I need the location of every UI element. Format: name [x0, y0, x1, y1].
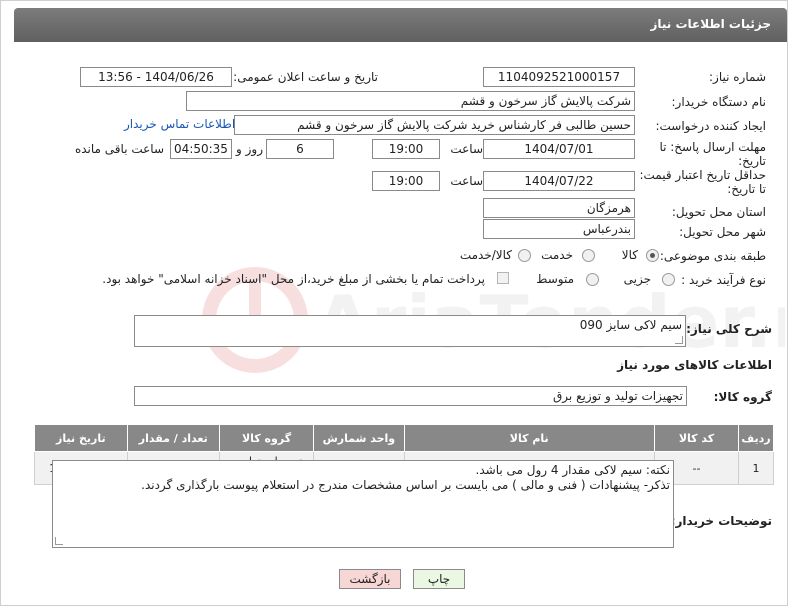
days-remaining-field: 6 — [266, 139, 334, 159]
col-quantity: تعداد / مقدار — [126, 424, 220, 452]
reply-deadline-label: مهلت ارسال پاسخ: تا — [659, 140, 766, 154]
cell-row-number: 1 — [738, 451, 774, 485]
need-number-label: شماره نیاز: — [709, 70, 766, 84]
col-row-number: ردیف — [738, 424, 774, 452]
announce-datetime-field: 1404/06/26 - 13:56 — [80, 67, 232, 87]
requester-label: ایجاد کننده درخواست: — [655, 119, 766, 133]
description-label: شرح کلی نیاز: — [686, 322, 772, 336]
reply-deadline-label-2: تاریخ: — [738, 154, 766, 168]
process-label: نوع فرآیند خرید : — [681, 273, 766, 287]
price-validity-label: حداقل تاریخ اعتبار قیمت: — [639, 168, 766, 182]
category-both-label: کالا/خدمت — [459, 248, 512, 262]
need-number-field: 1104092521000157 — [483, 67, 635, 87]
goods-group-label: گروه کالا: — [713, 390, 772, 404]
reply-date-field: 1404/07/01 — [483, 139, 635, 159]
buyer-notes-line-2: تذکر- پیشنهادات ( فنی و مالی ) می بایست … — [141, 478, 670, 492]
buyer-notes-label: توضیحات خریدار: — [670, 514, 772, 528]
page-title: جزئیات اطلاعات نیاز — [650, 17, 771, 31]
price-validity-label-2: تا تاریخ: — [727, 182, 766, 196]
category-goods-radio[interactable] — [646, 249, 659, 262]
remaining-time-field: 04:50:35 — [170, 139, 232, 159]
buyer-org-field: شرکت پالایش گاز سرخون و قشم — [186, 91, 635, 111]
category-both-radio[interactable] — [518, 249, 531, 262]
print-button[interactable]: چاپ — [413, 569, 465, 589]
resize-handle-icon[interactable] — [675, 336, 683, 344]
reply-time-field: 19:00 — [372, 139, 440, 159]
remaining-time-label: ساعت باقی مانده — [74, 142, 164, 156]
col-item-name: نام کالا — [403, 424, 655, 452]
days-label: روز و — [236, 142, 263, 156]
buyer-notes-textarea[interactable]: نکته: سیم لاکی مقدار 4 رول می باشد. تذکر… — [52, 460, 674, 548]
description-textarea[interactable]: سیم لاکی سایز 090 — [134, 315, 686, 347]
buyer-org-label: نام دستگاه خریدار: — [671, 95, 767, 109]
goods-section-title: اطلاعات کالاهای مورد نیاز — [617, 358, 772, 372]
col-unit: واحد شمارش — [313, 424, 405, 452]
treasury-payment-checkbox[interactable] — [497, 272, 509, 284]
price-validity-time-field: 19:00 — [372, 171, 440, 191]
province-field: هرمزگان — [483, 198, 635, 218]
category-service-label: خدمت — [541, 248, 573, 262]
category-service-radio[interactable] — [582, 249, 595, 262]
buyer-contact-link[interactable]: اطلاعات تماس خریدار — [124, 117, 235, 131]
process-medium-radio[interactable] — [586, 273, 599, 286]
description-text: سیم لاکی سایز 090 — [579, 318, 682, 332]
city-label: شهر محل تحویل: — [679, 225, 766, 239]
reply-time-label: ساعت — [450, 142, 483, 156]
header-bar: جزئیات اطلاعات نیاز — [14, 8, 787, 42]
process-medium-label: متوسط — [536, 272, 574, 286]
announce-label: تاریخ و ساعت اعلان عمومی: — [233, 70, 378, 84]
notes-resize-handle-icon[interactable] — [55, 537, 63, 545]
treasury-payment-note: پرداخت تمام یا بخشی از مبلغ خرید،از محل … — [102, 272, 485, 286]
city-field: بندرعباس — [483, 219, 635, 239]
process-minor-label: جزیی — [623, 272, 651, 286]
col-item-group: گروه کالا — [218, 424, 315, 452]
process-minor-radio[interactable] — [662, 273, 675, 286]
requester-field: حسین طالبی فر کارشناس خرید شرکت پالایش گ… — [234, 115, 635, 135]
province-label: استان محل تحویل: — [671, 205, 766, 219]
col-need-date: تاریخ نیاز — [34, 424, 128, 452]
price-validity-time-label: ساعت — [450, 174, 483, 188]
price-validity-date-field: 1404/07/22 — [483, 171, 635, 191]
back-button[interactable]: بازگشت — [339, 569, 401, 589]
buyer-notes-line-1: نکته: سیم لاکی مقدار 4 رول می باشد. — [475, 463, 670, 477]
category-goods-label: کالا — [621, 248, 638, 262]
goods-group-field: تجهیزات تولید و توزیع برق — [134, 386, 687, 406]
table-header-row: ردیف کد کالا نام کالا واحد شمارش گروه کا… — [34, 424, 774, 452]
category-label: طبقه بندی موضوعی: — [659, 249, 766, 263]
col-item-code: کد کالا — [653, 424, 740, 452]
